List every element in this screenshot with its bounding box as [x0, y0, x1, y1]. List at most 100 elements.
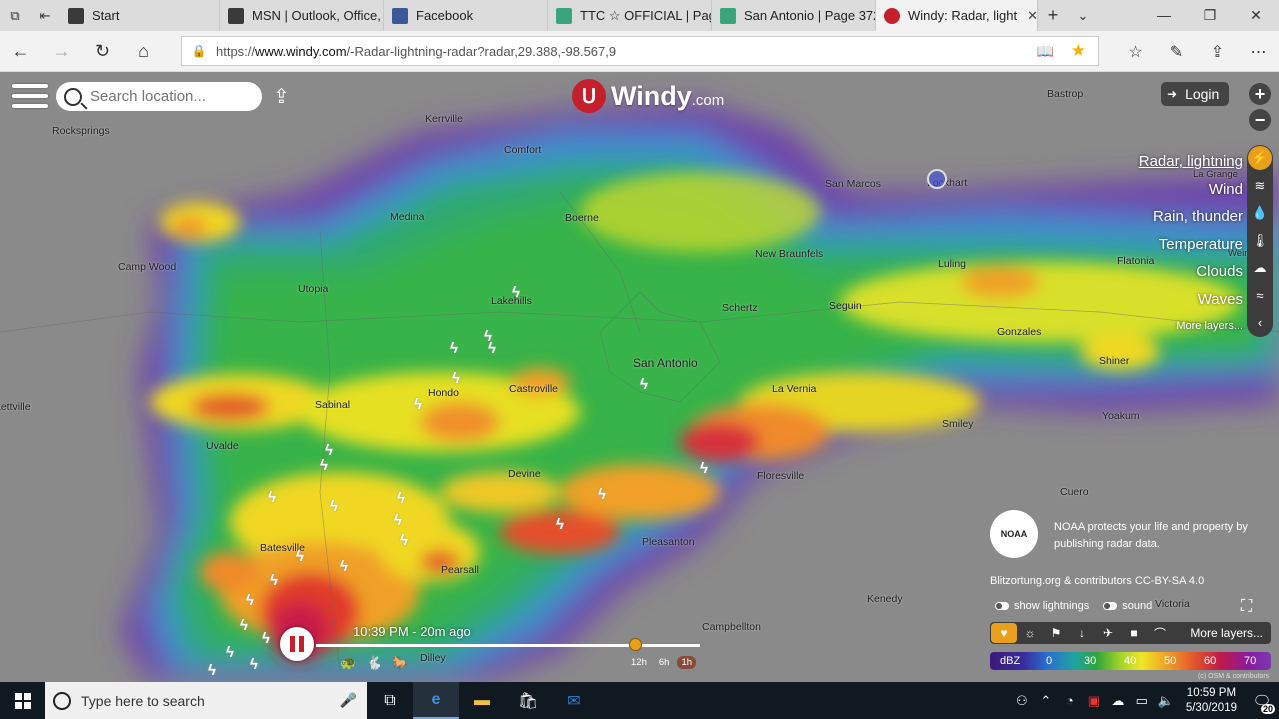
tab-start[interactable]: Start	[60, 0, 220, 31]
heart-icon[interactable]: ♥	[991, 623, 1017, 643]
back-button[interactable]: ←	[0, 31, 41, 72]
battery-icon[interactable]: ▭	[1130, 693, 1154, 709]
radar-map[interactable]: Rocksprings Kerrville Comfort Bastrop Sa…	[0, 72, 1279, 682]
close-window-button[interactable]: ✕	[1233, 7, 1279, 24]
timeline-track[interactable]	[316, 644, 700, 647]
toggle-sound[interactable]: sound	[1103, 600, 1152, 612]
store-icon[interactable]: 🛍	[505, 682, 551, 719]
blitzortung-credit[interactable]: Blitzortung.org & contributors CC-BY-SA …	[990, 575, 1204, 587]
legend-value: 60	[1204, 655, 1217, 667]
layer-waves[interactable]: Waves	[1139, 286, 1243, 314]
rain-drop-icon[interactable]: 💧	[1247, 199, 1273, 226]
town-label: Camp Wood	[118, 261, 177, 273]
overlay-bar: ♥ ☼ ⚑ ↓ ✈ ■ ⌒ More layers...	[990, 622, 1271, 644]
windy-logo[interactable]: ᑌ Windy .com	[572, 79, 724, 113]
speed-medium-icon[interactable]: 🐇	[366, 655, 382, 671]
chevron-up-icon[interactable]: ⌃	[1034, 693, 1058, 709]
volume-icon[interactable]: 🔈	[1154, 693, 1178, 709]
lightning-icon: ϟ	[340, 558, 348, 575]
layer-radar-lightning[interactable]: Radar, lightning	[1139, 148, 1243, 176]
msn-favicon	[68, 7, 84, 24]
speed-fast-icon[interactable]: 🐎	[392, 655, 408, 671]
share-icon[interactable]: ⇪	[273, 84, 290, 109]
search-box[interactable]	[56, 82, 262, 111]
tab-list-chevron-icon[interactable]: ⌄	[1068, 8, 1098, 24]
town-label: Comfort	[504, 144, 542, 156]
timeline-thumb[interactable]	[628, 638, 642, 651]
lightning-icon: ϟ	[296, 548, 304, 565]
wind-icon[interactable]: ≋	[1247, 172, 1273, 199]
layer-wind[interactable]: Wind	[1139, 176, 1243, 204]
flag-icon[interactable]: ⚑	[1043, 626, 1069, 640]
weather-icon[interactable]: ☼	[1017, 626, 1043, 640]
tab-bar: ⧉ ⇤ Start MSN | Outlook, Office, Faceboo…	[0, 0, 1279, 31]
range-6h[interactable]: 6h	[655, 656, 674, 669]
airport-icon[interactable]: ✈	[1095, 626, 1121, 640]
close-tab-icon[interactable]: ✕	[1017, 8, 1037, 24]
favorite-star-icon[interactable]: ★	[1071, 41, 1086, 61]
pause-button[interactable]	[280, 627, 314, 661]
favorites-hub-icon[interactable]: ☆	[1115, 31, 1156, 72]
url-field[interactable]: 🔒 https://www.windy.com/-Radar-lightning…	[181, 36, 1099, 66]
search-input[interactable]	[90, 88, 250, 105]
wifi-icon[interactable]: ◔	[1058, 693, 1082, 708]
zoom-in-button[interactable]: +	[1249, 83, 1271, 105]
login-icon: ➜	[1167, 87, 1178, 101]
speed-slow-icon[interactable]: 🐢	[340, 655, 356, 671]
layer-rain-thunder[interactable]: Rain, thunder	[1139, 203, 1243, 231]
forward-button[interactable]: →	[41, 31, 82, 72]
restore-button[interactable]: ❐	[1187, 7, 1233, 24]
range-1h[interactable]: 1h	[677, 656, 697, 669]
taskbar-search[interactable]: Type here to search 🎤	[45, 682, 367, 719]
toggle-lightnings[interactable]: show lightnings	[995, 600, 1089, 612]
tab-msn[interactable]: MSN | Outlook, Office,	[220, 0, 384, 31]
tab-san-antonio[interactable]: San Antonio | Page 372	[712, 0, 876, 31]
town-label: Medina	[390, 211, 425, 223]
minimize-button[interactable]: —	[1141, 7, 1187, 24]
location-marker-icon	[927, 169, 947, 189]
file-explorer-icon[interactable]: ▬	[459, 682, 505, 719]
url-path: /-Radar-lightning-radar?radar,29.388,-98…	[346, 43, 617, 59]
tab-facebook[interactable]: Facebook	[384, 0, 548, 31]
refresh-button[interactable]: ↻	[82, 31, 123, 72]
waves-icon[interactable]: ≈	[1247, 282, 1273, 309]
lightning-icon: ϟ	[320, 457, 328, 474]
fullscreen-icon[interactable]: ⛶	[1241, 598, 1252, 616]
login-button[interactable]: ➜ Login	[1161, 82, 1230, 106]
zoom-out-button[interactable]: −	[1249, 109, 1271, 131]
layer-clouds[interactable]: Clouds	[1139, 258, 1243, 286]
tab-windy[interactable]: Windy: Radar, light ✕	[876, 0, 1038, 31]
clock[interactable]: 10:59 PM 5/30/2019	[1178, 686, 1245, 716]
more-menu-icon[interactable]: ⋯	[1238, 31, 1279, 72]
tab-ttc[interactable]: TTC ☆ OFFICIAL | Page	[548, 0, 712, 31]
hamburger-menu-icon[interactable]	[12, 84, 48, 112]
webcam-icon[interactable]: ■	[1121, 626, 1147, 640]
tab-preview-icon[interactable]: ⧉	[0, 0, 30, 31]
people-icon[interactable]: ⚇	[1010, 693, 1034, 709]
reading-view-icon[interactable]: 📖	[1037, 43, 1054, 60]
start-button[interactable]	[0, 682, 45, 719]
antivirus-icon[interactable]: ▣	[1082, 693, 1106, 709]
outlook-icon[interactable]: ✉	[551, 682, 597, 719]
new-tab-button[interactable]: +	[1038, 5, 1068, 26]
layer-temperature[interactable]: Temperature	[1139, 231, 1243, 259]
chevron-left-icon[interactable]: ‹	[1247, 309, 1273, 336]
overlay-more-layers[interactable]: More layers...	[1190, 626, 1271, 640]
town-label: San Antonio	[633, 356, 698, 370]
paraglider-icon[interactable]: ⌒	[1147, 625, 1173, 642]
thermometer-icon[interactable]: 🌡	[1247, 227, 1273, 254]
home-button[interactable]: ⌂	[123, 31, 164, 72]
temperature-pin-icon[interactable]: ↓	[1069, 626, 1095, 640]
layer-more[interactable]: More layers...	[1139, 313, 1243, 341]
radar-lightning-icon[interactable]: ⚡	[1248, 146, 1272, 170]
notes-icon[interactable]: ✎	[1156, 31, 1197, 72]
task-view-icon[interactable]: ⧉	[367, 682, 413, 719]
range-12h[interactable]: 12h	[627, 656, 651, 669]
action-center-icon[interactable]: 🗨 20	[1245, 682, 1279, 719]
edge-icon[interactable]: e	[413, 682, 459, 719]
share-icon[interactable]: ⇪	[1197, 31, 1238, 72]
set-aside-tabs-icon[interactable]: ⇤	[30, 0, 60, 31]
microphone-icon[interactable]: 🎤	[340, 692, 357, 709]
cloud-icon[interactable]: ☁	[1247, 254, 1273, 281]
onedrive-icon[interactable]: ☁	[1106, 693, 1130, 709]
